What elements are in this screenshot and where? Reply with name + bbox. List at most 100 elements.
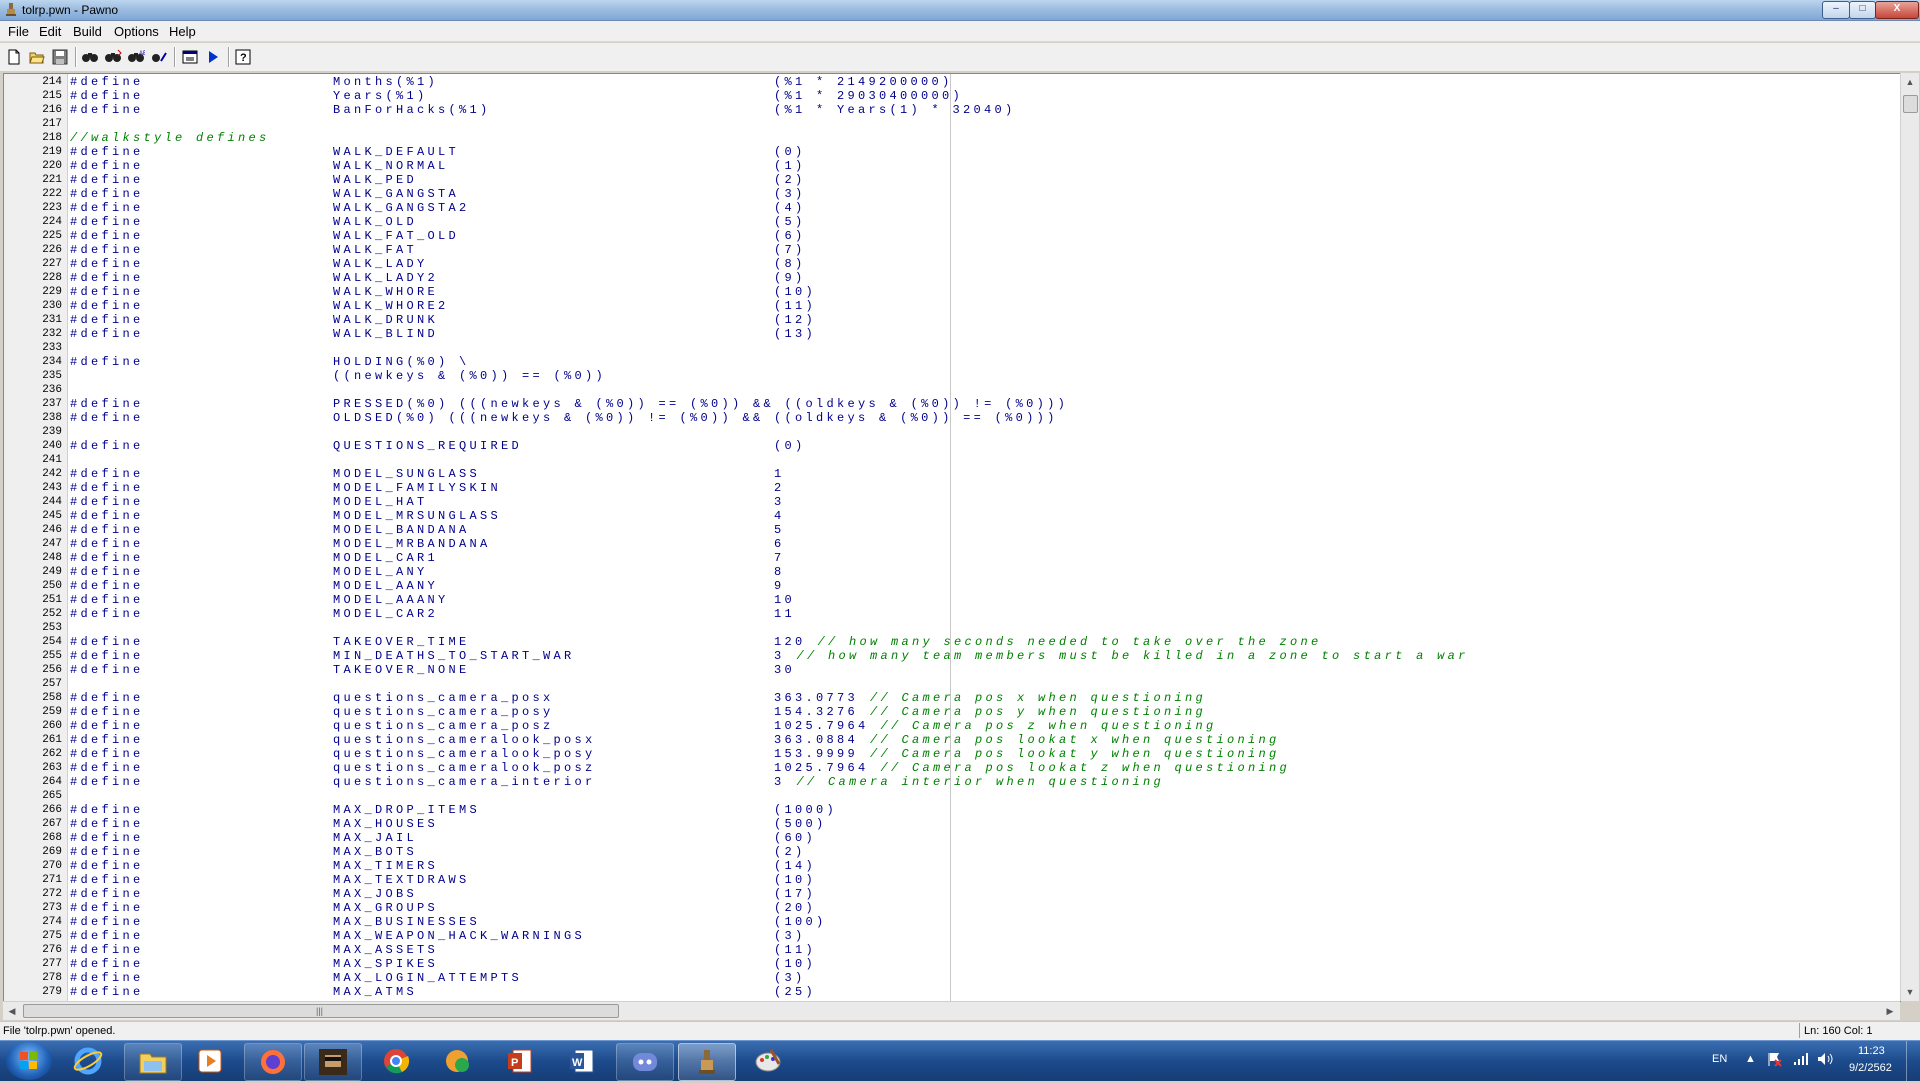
code-line[interactable]: 245 #define MODEL_MRSUNGLASS 4	[4, 509, 1900, 523]
code-line[interactable]: 220 #define WALK_NORMAL (1)	[4, 159, 1900, 173]
code-line[interactable]: 244 #define MODEL_HAT 3	[4, 495, 1900, 509]
menu-edit[interactable]: Edit	[39, 24, 61, 39]
language-indicator[interactable]: EN	[1712, 1053, 1727, 1065]
start-button[interactable]	[6, 1042, 52, 1080]
code-line[interactable]: 260 #define questions_camera_posz 1025.7964…	[4, 719, 1900, 733]
pawno-icon[interactable]	[678, 1043, 736, 1081]
code-line[interactable]: 241	[4, 453, 1900, 467]
powerpoint-icon[interactable]: P	[492, 1043, 548, 1079]
code-line[interactable]: 265	[4, 789, 1900, 803]
code-line[interactable]: 252 #define MODEL_CAR2 11	[4, 607, 1900, 621]
show-desktop-button[interactable]	[1906, 1041, 1920, 1081]
code-line[interactable]: 217	[4, 117, 1900, 131]
menu-options[interactable]: Options	[114, 24, 159, 39]
code-line[interactable]: 234 #define HOLDING(%0) \	[4, 355, 1900, 369]
code-line[interactable]: 258 #define questions_camera_posx 363.0773 /…	[4, 691, 1900, 705]
security-icon[interactable]	[430, 1043, 486, 1079]
code-line[interactable]: 276 #define MAX_ASSETS (11)	[4, 943, 1900, 957]
scroll-right-icon[interactable]: ▶	[1881, 1002, 1899, 1020]
find-icon[interactable]	[79, 46, 101, 68]
menu-build[interactable]: Build	[73, 24, 102, 39]
code-line[interactable]: 222 #define WALK_GANGSTA (3)	[4, 187, 1900, 201]
code-line[interactable]: 278 #define MAX_LOGIN_ATTEMPTS (3)	[4, 971, 1900, 985]
code-line[interactable]: 270 #define MAX_TIMERS (14)	[4, 859, 1900, 873]
code-line[interactable]: 279 #define MAX_ATMS (25)	[4, 985, 1900, 999]
vertical-scrollbar[interactable]: ▲ ▼	[1900, 73, 1919, 1001]
code-line[interactable]: 225 #define WALK_FAT_OLD (6)	[4, 229, 1900, 243]
compile-run-icon[interactable]	[202, 46, 224, 68]
code-line[interactable]: 239	[4, 425, 1900, 439]
code-line[interactable]: 277 #define MAX_SPIKES (10)	[4, 957, 1900, 971]
find-next-icon[interactable]	[102, 46, 124, 68]
code-line[interactable]: 249 #define MODEL_ANY 8	[4, 565, 1900, 579]
code-line[interactable]: 237 #define PRESSED(%0) (((newkeys & (%0))…	[4, 397, 1900, 411]
code-line[interactable]: 259 #define questions_camera_posy 154.3276 /…	[4, 705, 1900, 719]
vertical-scroll-thumb[interactable]	[1903, 95, 1918, 113]
code-line[interactable]: 274 #define MAX_BUSINESSES (100)	[4, 915, 1900, 929]
code-line[interactable]: 257	[4, 677, 1900, 691]
code-line[interactable]: 269 #define MAX_BOTS (2)	[4, 845, 1900, 859]
code-line[interactable]: 216 #define BanForHacks(%1) (%1 * Years(1) …	[4, 103, 1900, 117]
code-line[interactable]: 272 #define MAX_JOBS (17)	[4, 887, 1900, 901]
scroll-up-icon[interactable]: ▲	[1901, 73, 1919, 91]
scroll-left-icon[interactable]: ◀	[3, 1002, 21, 1020]
code-line[interactable]: 232 #define WALK_BLIND (13)	[4, 327, 1900, 341]
code-line[interactable]: 221 #define WALK_PED (2)	[4, 173, 1900, 187]
code-line[interactable]: 271 #define MAX_TEXTDRAWS (10)	[4, 873, 1900, 887]
code-line[interactable]: 230 #define WALK_WHORE2 (11)	[4, 299, 1900, 313]
code-line[interactable]: 214 #define Months(%1) (%1 * 2149200000)	[4, 75, 1900, 89]
code-line[interactable]: 236	[4, 383, 1900, 397]
code-editor[interactable]: 214 #define Months(%1) (%1 * 2149200000) 215…	[3, 73, 1901, 1002]
code-line[interactable]: 242 #define MODEL_SUNGLASS 1	[4, 467, 1900, 481]
code-line[interactable]: 228 #define WALK_LADY2 (9)	[4, 271, 1900, 285]
code-line[interactable]: 253	[4, 621, 1900, 635]
code-line[interactable]: 218 //walkstyle defines	[4, 131, 1900, 145]
code-line[interactable]: 263 #define questions_cameralook_posz 1025.…	[4, 761, 1900, 775]
paint-icon[interactable]	[740, 1043, 796, 1079]
code-line[interactable]: 255 #define MIN_DEATHS_TO_START_WAR 3 // how…	[4, 649, 1900, 663]
horizontal-scroll-thumb[interactable]: |||	[23, 1004, 619, 1018]
new-file-icon[interactable]	[3, 46, 25, 68]
code-line[interactable]: 243 #define MODEL_FAMILYSKIN 2	[4, 481, 1900, 495]
code-line[interactable]: 250 #define MODEL_AANY 9	[4, 579, 1900, 593]
goto-line-icon[interactable]	[148, 46, 170, 68]
code-line[interactable]: 219 #define WALK_DEFAULT (0)	[4, 145, 1900, 159]
code-line[interactable]: 224 #define WALK_OLD (5)	[4, 215, 1900, 229]
code-line[interactable]: 273 #define MAX_GROUPS (20)	[4, 901, 1900, 915]
minimize-button[interactable]: –	[1822, 1, 1850, 19]
code-line[interactable]: 229 #define WALK_WHORE (10)	[4, 285, 1900, 299]
save-icon[interactable]	[49, 46, 71, 68]
code-line[interactable]: 235 ((newkeys & (%0)) == (%0))	[4, 369, 1900, 383]
maximize-button[interactable]: □	[1849, 1, 1876, 19]
code-line[interactable]: 215 #define Years(%1) (%1 * 29030400000)	[4, 89, 1900, 103]
word-icon[interactable]: W	[554, 1043, 610, 1079]
code-line[interactable]: 240 #define QUESTIONS_REQUIRED (0)	[4, 439, 1900, 453]
code-area[interactable]: 214 #define Months(%1) (%1 * 2149200000) 215…	[4, 74, 1900, 1001]
menu-help[interactable]: Help	[169, 24, 196, 39]
code-line[interactable]: 227 #define WALK_LADY (8)	[4, 257, 1900, 271]
internet-explorer-icon[interactable]	[60, 1043, 116, 1079]
replace-icon[interactable]: AB	[125, 46, 147, 68]
code-line[interactable]: 233	[4, 341, 1900, 355]
game-icon[interactable]	[304, 1043, 362, 1081]
file-explorer-icon[interactable]	[124, 1043, 182, 1081]
action-center-icon[interactable]	[1766, 1051, 1782, 1070]
chrome-icon[interactable]	[368, 1043, 424, 1079]
open-file-icon[interactable]	[26, 46, 48, 68]
firefox-icon[interactable]	[244, 1043, 302, 1081]
code-line[interactable]: 246 #define MODEL_BANDANA 5	[4, 523, 1900, 537]
tray-expand-icon[interactable]: ▲	[1745, 1053, 1756, 1065]
function-list-icon[interactable]	[179, 46, 201, 68]
code-line[interactable]: 268 #define MAX_JAIL (60)	[4, 831, 1900, 845]
code-line[interactable]: 261 #define questions_cameralook_posx 363.0…	[4, 733, 1900, 747]
menu-file[interactable]: File	[8, 24, 29, 39]
close-button[interactable]: X	[1875, 1, 1919, 19]
volume-icon[interactable]	[1817, 1052, 1833, 1069]
network-icon[interactable]	[1793, 1052, 1809, 1069]
code-line[interactable]: 251 #define MODEL_AAANY 10	[4, 593, 1900, 607]
clock-time[interactable]: 11:23	[1858, 1045, 1885, 1057]
code-line[interactable]: 266 #define MAX_DROP_ITEMS (1000)	[4, 803, 1900, 817]
code-line[interactable]: 247 #define MODEL_MRBANDANA 6	[4, 537, 1900, 551]
code-line[interactable]: 231 #define WALK_DRUNK (12)	[4, 313, 1900, 327]
discord-icon[interactable]	[616, 1043, 674, 1081]
